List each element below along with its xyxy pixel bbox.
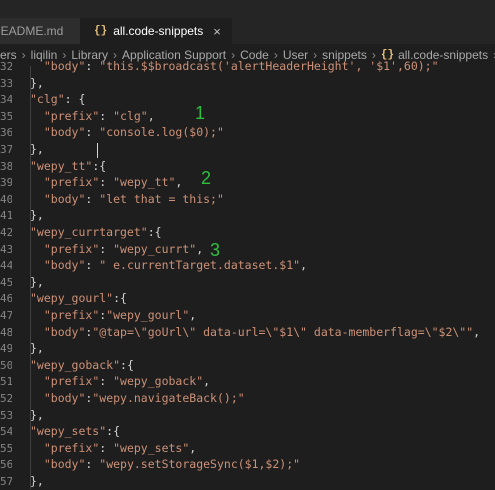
code-text: "prefix":"wepy_gourl",	[43, 308, 197, 322]
annotation-3: 3	[210, 240, 221, 260]
code-text: "wepy_gourl":{	[30, 291, 127, 306]
line-number: 49	[0, 342, 12, 356]
code-text: "body":"wepy.navigateBack();"	[43, 391, 245, 405]
code-text: "prefix": "clg",	[43, 108, 155, 123]
code-line[interactable]: 56 "body": "wepy.setStorageSync($1,$2);"	[0, 456, 495, 473]
code-text: "body": "wepy.setStorageSync($1,$2);"	[43, 457, 301, 472]
line-number: 48	[0, 325, 12, 339]
code-line[interactable]: 35 "prefix": "clg",	[0, 108, 495, 125]
code-text: },	[30, 75, 44, 90]
code-line[interactable]: 57},	[0, 473, 495, 490]
line-number: 55	[0, 441, 12, 455]
tab-readme[interactable]: README.md	[0, 18, 80, 44]
code-text: "clg": {	[30, 92, 86, 107]
indent-guide	[30, 66, 31, 489]
line-number: 35	[0, 109, 12, 123]
code-text: "prefix": "wepy_tt",	[43, 175, 183, 190]
annotation-1: 1	[195, 103, 206, 123]
code-line[interactable]: 40 "body": "let that = this;"	[0, 191, 495, 208]
line-number: 56	[0, 458, 12, 472]
code-line[interactable]: 41},	[0, 207, 495, 224]
code-text: "prefix": "wepy_goback",	[43, 374, 211, 389]
line-number: 52	[0, 392, 12, 405]
line-number: 33	[0, 76, 12, 90]
line-number: 32	[0, 60, 12, 73]
code-text: },	[30, 142, 44, 156]
code-text: "body":"@tap=\"goUrl\" data-url=\"$1\" d…	[43, 324, 481, 339]
code-text: "body": "let that = this;"	[43, 191, 224, 206]
line-number: 34	[0, 93, 12, 107]
code-text: },	[30, 208, 44, 223]
line-number: 50	[0, 358, 12, 372]
line-number: 51	[0, 375, 12, 389]
line-number: 42	[0, 226, 12, 239]
code-line[interactable]: 53},	[0, 407, 495, 424]
code-line[interactable]: 34 "clg": {	[0, 91, 495, 108]
line-number: 37	[0, 143, 12, 156]
tab-label: all.code-snippets	[113, 24, 204, 38]
code-line[interactable]: 54 "wepy_sets":{	[0, 423, 495, 440]
code-text: },	[30, 274, 44, 289]
text-cursor	[97, 143, 98, 158]
code-text: "prefix": "wepy_sets",	[43, 440, 197, 455]
code-line[interactable]: 37},	[0, 141, 495, 158]
line-number: 57	[0, 475, 12, 488]
line-number: 43	[0, 242, 12, 256]
code-line[interactable]: 44 "body": " e.currentTarget.dataset.$1"…	[0, 257, 495, 274]
code-text: "wepy_currtarget":{	[30, 225, 162, 239]
code-text: },	[30, 407, 44, 422]
code-text: "body": " e.currentTarget.dataset.$1",	[43, 258, 307, 273]
line-number: 47	[0, 309, 12, 322]
close-icon[interactable]: ×	[213, 24, 221, 39]
tab-all-code-snippets[interactable]: {} all.code-snippets ×	[80, 18, 232, 44]
code-line[interactable]: 36 "body": "console.log($0);"	[0, 124, 495, 141]
code-line[interactable]: 47 "prefix":"wepy_gourl",	[0, 307, 495, 324]
code-text: "body": "this.$$broadcast('alertHeaderHe…	[43, 59, 439, 73]
line-number: 53	[0, 408, 12, 422]
line-number: 41	[0, 209, 12, 223]
code-text: "wepy_tt":{	[30, 158, 107, 173]
tab-label: README.md	[0, 24, 64, 38]
code-text: "body": "console.log($0);"	[43, 125, 224, 140]
code-text: "prefix": "wepy_currt",	[43, 241, 204, 256]
code-line[interactable]: 51 "prefix": "wepy_goback",	[0, 373, 495, 390]
code-line[interactable]: 32 "body": "this.$$broadcast('alertHeade…	[0, 58, 495, 75]
code-line[interactable]: 33},	[0, 75, 495, 92]
line-number: 54	[0, 425, 12, 439]
code-line[interactable]: 46 "wepy_gourl":{	[0, 290, 495, 307]
code-line[interactable]: 38 "wepy_tt":{	[0, 158, 495, 175]
code-text: },	[30, 341, 44, 356]
code-line[interactable]: 45},	[0, 274, 495, 291]
annotation-2: 2	[201, 168, 212, 188]
line-number: 38	[0, 159, 12, 173]
code-line[interactable]: 55 "prefix": "wepy_sets",	[0, 440, 495, 457]
line-number: 39	[0, 176, 12, 190]
line-number: 46	[0, 292, 12, 306]
line-number: 45	[0, 275, 12, 289]
code-text: "wepy_sets":{	[30, 424, 121, 439]
code-line[interactable]: 48 "body":"@tap=\"goUrl\" data-url=\"$1\…	[0, 324, 495, 341]
tab-bar: README.md {} all.code-snippets ×	[0, 0, 495, 44]
code-line[interactable]: 50 "wepy_goback":{	[0, 357, 495, 374]
code-text: },	[30, 474, 44, 488]
code-line[interactable]: 43 "prefix": "wepy_currt",	[0, 241, 495, 258]
code-line[interactable]: 42 "wepy_currtarget":{	[0, 224, 495, 241]
line-number: 44	[0, 259, 12, 273]
code-text: "wepy_goback":{	[30, 357, 134, 372]
code-line[interactable]: 52 "body":"wepy.navigateBack();"	[0, 390, 495, 407]
line-number: 40	[0, 192, 12, 206]
json-braces-icon: {}	[94, 25, 108, 37]
line-number: 36	[0, 126, 12, 140]
code-line[interactable]: 49},	[0, 340, 495, 357]
code-line[interactable]: 39 "prefix": "wepy_tt",	[0, 174, 495, 191]
